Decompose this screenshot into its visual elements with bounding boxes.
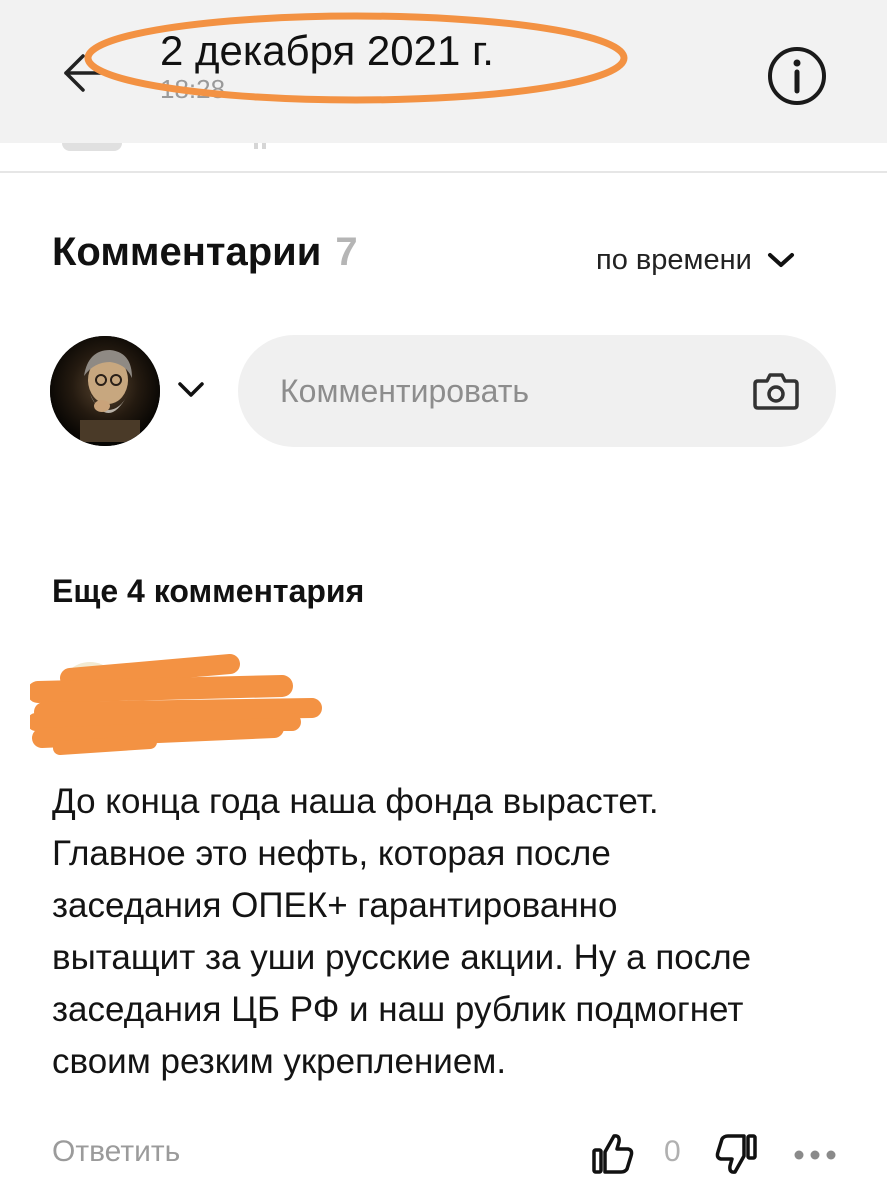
redacted-author (30, 654, 322, 755)
comment-placeholder: Комментировать (280, 372, 530, 409)
sort-dropdown[interactable]: по времени (596, 238, 796, 282)
reply-button[interactable]: Ответить (52, 1132, 180, 1172)
camera-icon (753, 373, 799, 410)
comment-line: До конца года наша фонда вырастет. (52, 782, 659, 821)
comments-title: Комментарии (52, 230, 322, 274)
comment-line: Главное это нефть, которая после (52, 834, 611, 873)
comment-line: своим резким укреплением. (52, 1042, 507, 1081)
thumbs-down-icon (715, 1134, 757, 1174)
more-options-button[interactable] (790, 1140, 840, 1170)
page-title: 2 декабря 2021 г. (160, 27, 494, 74)
comments-count: 7 (335, 230, 358, 274)
info-button[interactable] (766, 45, 828, 107)
arrow-left-icon (64, 54, 106, 92)
chevron-down-icon (178, 382, 204, 397)
more-dots-icon (794, 1150, 836, 1160)
divider (0, 171, 887, 173)
comment-line: заседания ОПЕК+ гарантированно (52, 886, 618, 925)
comments-screen: 2 декабря 2021 г. 18:28 Комментарии 7 по … (0, 0, 887, 1200)
vote-count: 0 (664, 1135, 681, 1168)
sort-label: по времени (596, 243, 752, 276)
avatar-image (50, 336, 160, 446)
comment-line: заседания ЦБ РФ и наш рублик подмогнет (52, 990, 744, 1029)
account-switch-button[interactable] (176, 378, 206, 402)
date-header: 2 декабря 2021 г. 18:28 (160, 26, 494, 104)
comments-heading: Комментарии 7 (52, 226, 358, 278)
top-bar: 2 декабря 2021 г. 18:28 (0, 0, 887, 143)
back-button[interactable] (58, 48, 108, 98)
comment-line: вытащит за уши русские акции. Ну а после (52, 938, 752, 977)
comment-input[interactable]: Комментировать (238, 335, 836, 447)
peek-avatar (62, 143, 122, 151)
chevron-down-icon (767, 253, 794, 267)
user-avatar[interactable] (50, 336, 160, 446)
info-circle-icon (768, 47, 826, 105)
thumbs-up-icon (592, 1134, 634, 1174)
peek-mark (254, 143, 258, 149)
peek-mark (262, 143, 266, 149)
comment-text: До конца года наша фонда вырастет. Главн… (52, 776, 852, 1088)
article-peek (0, 143, 887, 173)
attach-photo-button[interactable] (752, 371, 800, 411)
more-comments-link[interactable]: Еще 4 комментария (52, 570, 364, 612)
like-button[interactable] (590, 1130, 636, 1176)
time-label: 18:28 (160, 74, 226, 104)
dislike-button[interactable] (712, 1132, 762, 1178)
